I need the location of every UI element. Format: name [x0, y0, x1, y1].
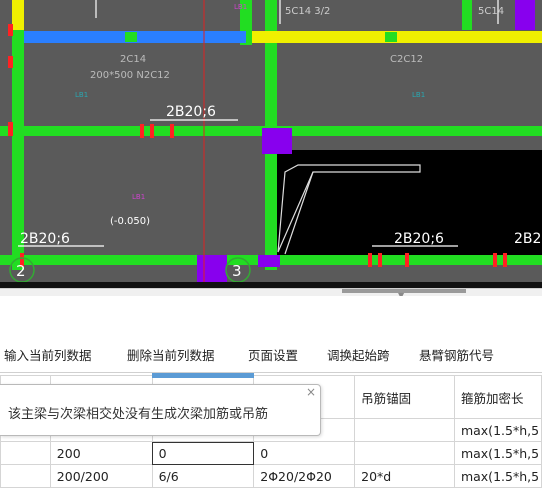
close-icon[interactable]: ×: [306, 385, 316, 399]
table-cell[interactable]: [0, 441, 51, 465]
beam-vertical-right[interactable]: [462, 0, 472, 30]
table-cell[interactable]: max(1.5*h,5: [453, 464, 542, 488]
tooltip-message: 该主梁与次梁相交处没有生成次梁加筋或吊筋: [8, 407, 269, 422]
column-mid[interactable]: [262, 128, 292, 154]
rebar-label-3: 2B20;6: [394, 231, 444, 247]
table-cell[interactable]: 6/6: [151, 464, 255, 488]
table-cell-editing[interactable]: 0: [151, 441, 255, 465]
warning-tooltip: 该主梁与次梁相交处没有生成次梁加筋或吊筋 ×: [0, 384, 321, 436]
header-stirrup-densify-length: 箍筋加密长: [453, 375, 542, 419]
table-cell[interactable]: max(1.5*h,5: [453, 441, 542, 465]
axis-label-2: 2: [16, 262, 26, 280]
beam-label-3: C2C12: [390, 54, 423, 65]
slab-mark-3: LB1: [132, 193, 145, 201]
table-cell[interactable]: max(1.5*h,5: [453, 418, 542, 442]
table-cell[interactable]: [354, 441, 455, 465]
slab-mark-1: LB1: [75, 91, 88, 99]
column-top-left[interactable]: [12, 0, 24, 30]
top-label-2: 5C14: [478, 6, 504, 17]
beam-top-node: [125, 32, 137, 42]
slab-mark-2: LB1: [412, 91, 425, 99]
table-cell[interactable]: 2Φ20/2Φ20: [253, 464, 356, 488]
rebar-label-4: 2B2: [514, 231, 541, 247]
input-current-column-button[interactable]: 输入当前列数据: [4, 345, 92, 364]
delete-current-column-button[interactable]: 删除当前列数据: [127, 345, 215, 364]
table-row: 200 0 0 max(1.5*h,5: [0, 441, 542, 465]
column-bottom-2[interactable]: [258, 255, 280, 267]
table-cell[interactable]: 20*d: [354, 464, 455, 488]
table-cell[interactable]: 0: [253, 441, 356, 465]
cantilever-rebar-code-button[interactable]: 悬臂钢筋代号: [419, 345, 494, 364]
page-setup-button[interactable]: 页面设置: [248, 345, 298, 364]
top-label-1: 5C14 3/2: [285, 6, 330, 17]
elevation-label: (-0.050): [110, 216, 150, 227]
cad-canvas[interactable]: 5C14 3/2 5C14 2C14 200*500 N2C12 C2C12 2…: [0, 0, 542, 288]
header-hanger-anchorage: 吊筋锚固: [354, 375, 455, 419]
rebar-label-2: 2B20;6: [20, 231, 70, 247]
table-cell[interactable]: [0, 464, 51, 488]
table-cell[interactable]: 200/200: [49, 464, 153, 488]
axis-label-3: 3: [232, 262, 242, 280]
beam-top-node-2: [385, 32, 397, 42]
rebar-label-1: 2B20;6: [166, 104, 216, 120]
table-cell[interactable]: [354, 418, 455, 442]
table-toolbar: 输入当前列数据 删除当前列数据 页面设置 调换起始跨 悬臂钢筋代号: [0, 296, 542, 372]
slab-mark-4: LB1: [234, 3, 247, 11]
table-row: 200/200 6/6 2Φ20/2Φ20 20*d max(1.5*h,5: [0, 464, 542, 488]
beam-label-2: 200*500 N2C12: [90, 70, 170, 81]
swap-start-span-button[interactable]: 调换起始跨: [327, 345, 390, 364]
table-cell[interactable]: 200: [49, 441, 153, 465]
column-top-right[interactable]: [515, 0, 535, 30]
cad-drawing[interactable]: 5C14 3/2 5C14 2C14 200*500 N2C12 C2C12 2…: [0, 0, 542, 288]
beam-label-1: 2C14: [120, 54, 146, 65]
